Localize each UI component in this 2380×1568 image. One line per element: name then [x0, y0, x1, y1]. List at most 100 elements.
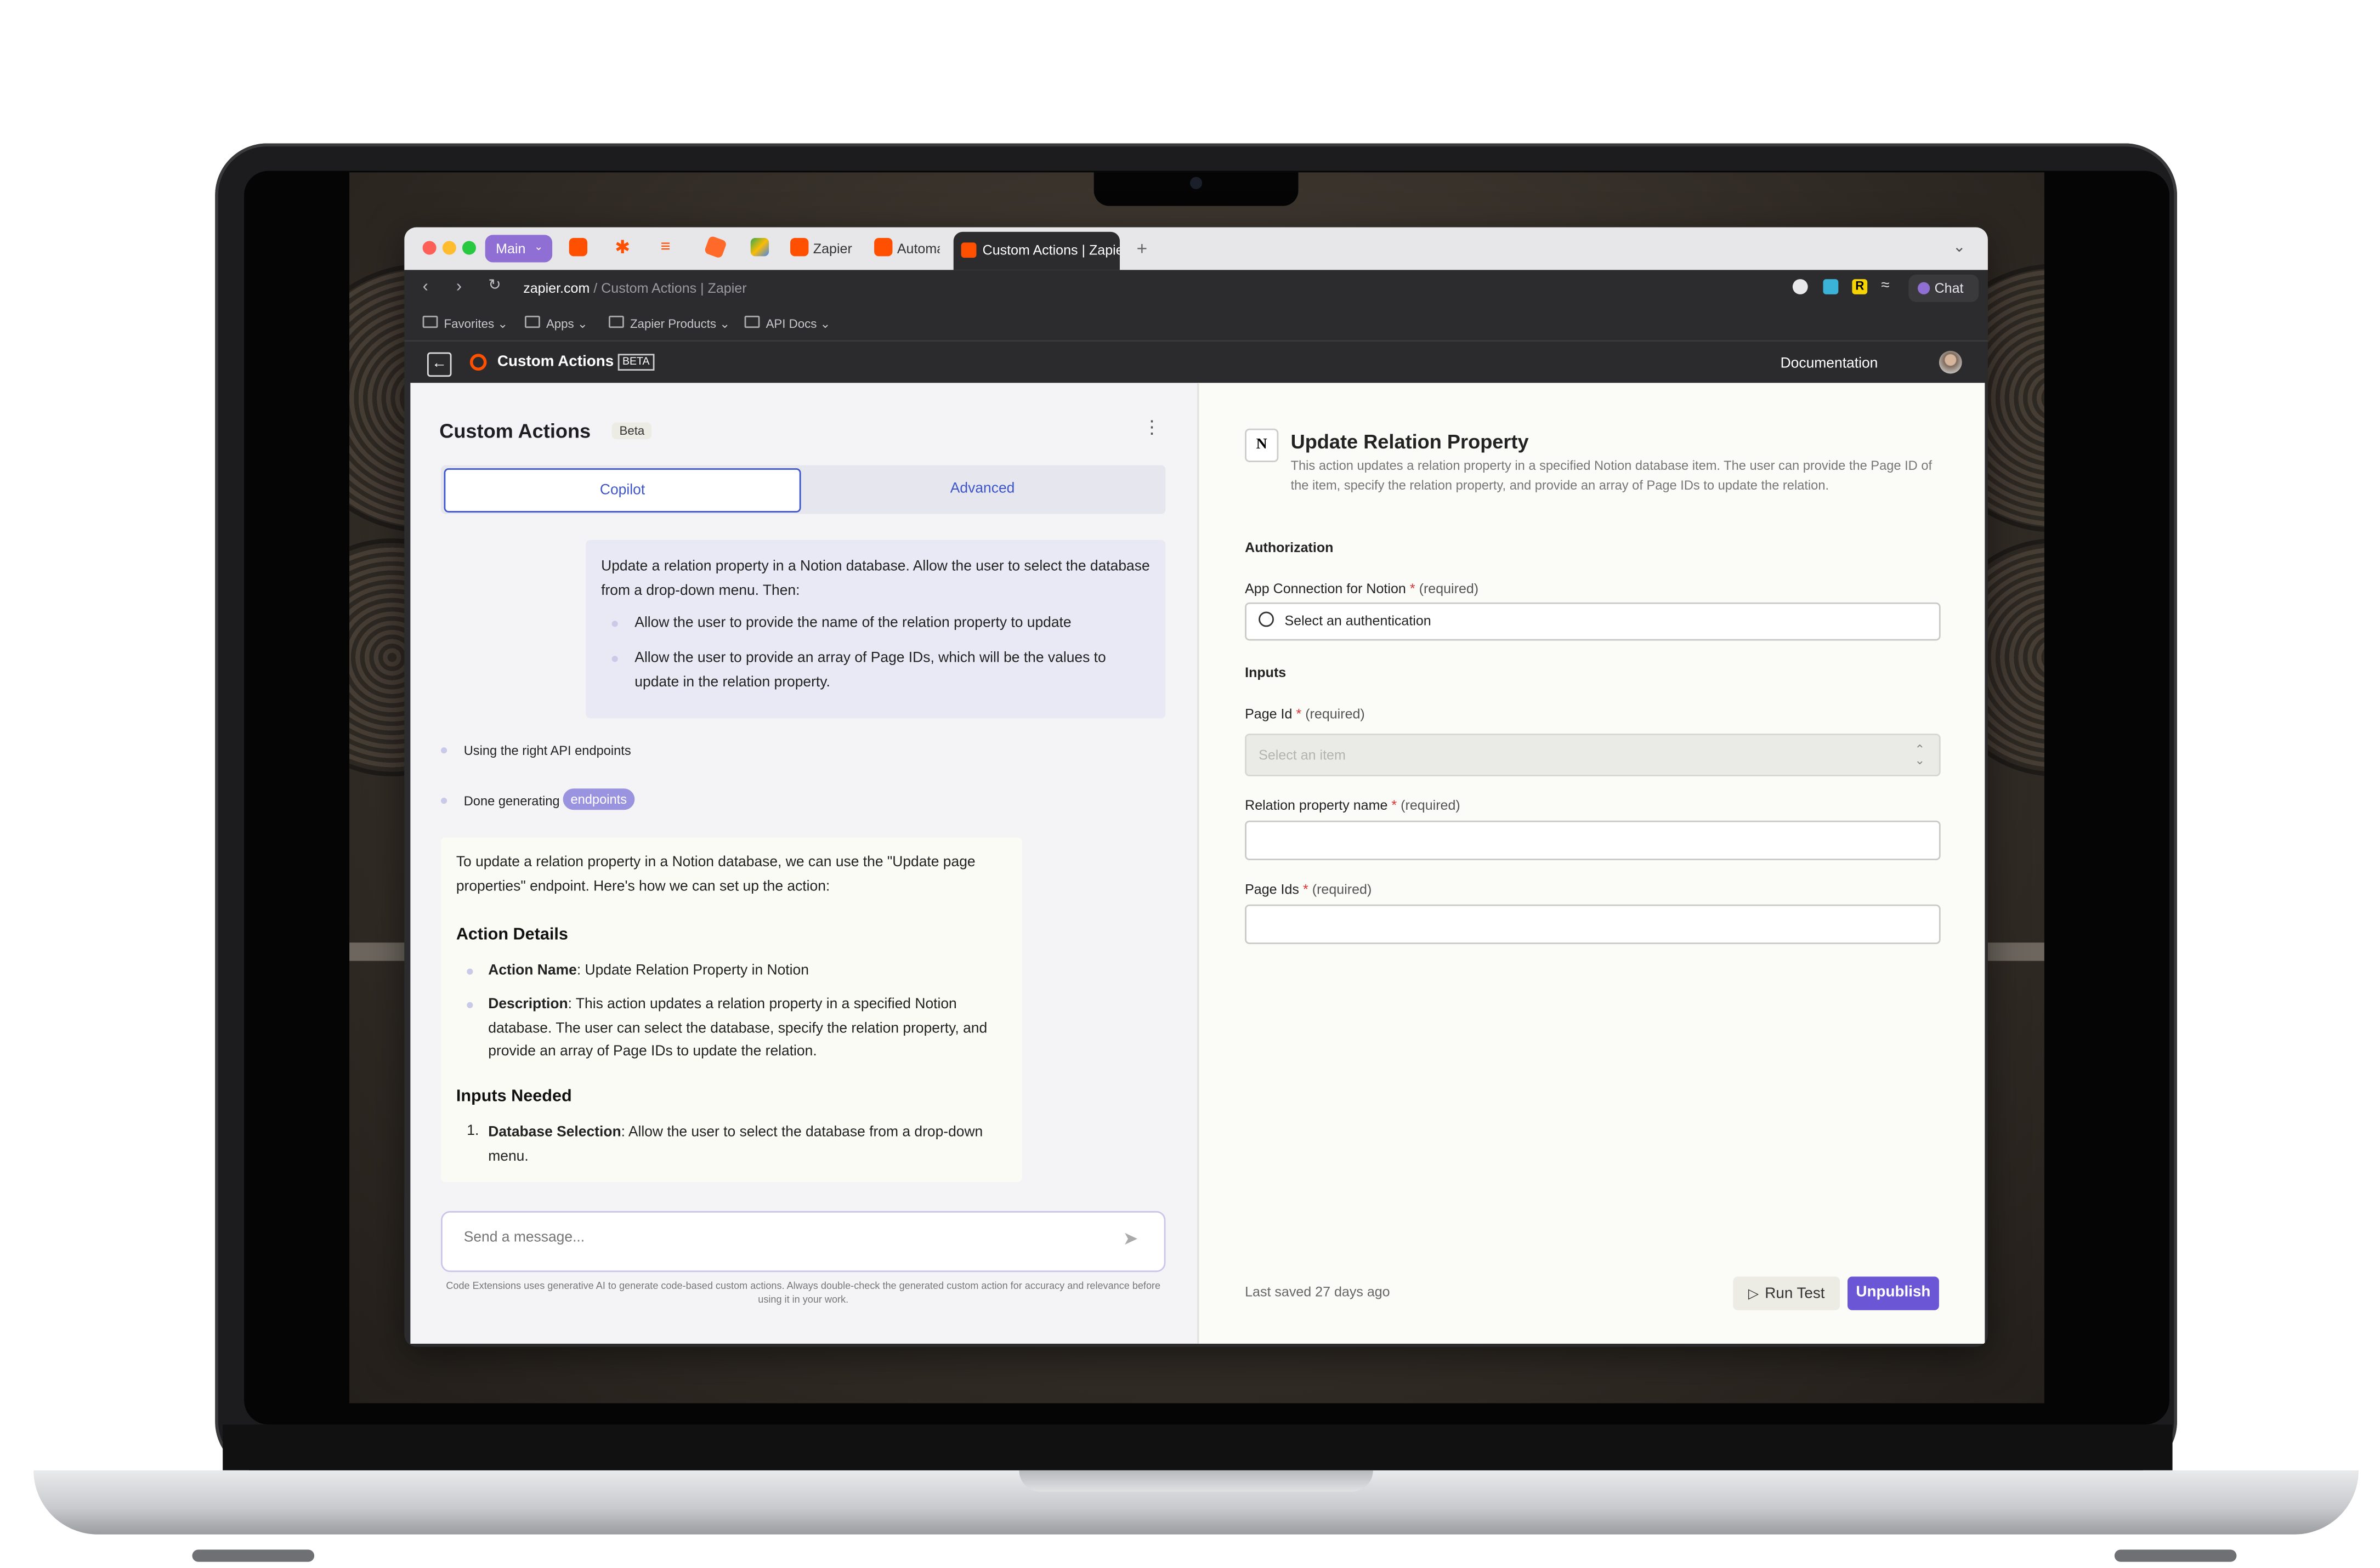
inputs-heading: Inputs — [1245, 664, 1287, 680]
bookmarks-bar: Favorites ⌄ Apps ⌄ Zapier Products ⌄ API… — [404, 306, 1988, 340]
bookmark-api-docs[interactable]: API Docs ⌄ — [744, 315, 830, 331]
auth-placeholder: Select an authentication — [1284, 613, 1431, 629]
url-domain: zapier.com — [523, 280, 590, 296]
bookmark-label: Favorites — [444, 317, 495, 331]
back-nav-icon[interactable]: ‹ — [423, 277, 428, 296]
pinned-tab-sliders-icon[interactable]: ≡ — [661, 238, 679, 256]
close-window-button[interactable] — [422, 241, 437, 255]
laptop-foot-left — [192, 1549, 315, 1562]
reload-icon[interactable]: ↻ — [488, 277, 501, 294]
run-test-button[interactable]: ▷ Run Test — [1733, 1276, 1840, 1310]
profile-switcher[interactable]: Main ⌄ — [485, 235, 553, 263]
bookmark-favorites[interactable]: Favorites ⌄ — [422, 315, 508, 331]
input-key: Database Selection — [488, 1124, 621, 1141]
avatar[interactable] — [1939, 350, 1962, 374]
extension-signal-icon[interactable]: ≈ — [1881, 277, 1889, 294]
pinned-tab-app-icon[interactable] — [750, 237, 769, 257]
page-id-select[interactable]: Select an item ⌃ ⌄ — [1245, 734, 1941, 777]
bookmark-zapier-products[interactable]: Zapier Products ⌄ — [609, 315, 730, 331]
documentation-link[interactable]: Documentation — [1781, 355, 1878, 372]
required-marker: * — [1391, 797, 1397, 813]
panel-title: Custom Actions — [439, 419, 591, 442]
required-text: (required) — [1401, 797, 1460, 813]
tab-advanced[interactable]: Advanced — [804, 468, 1161, 511]
response-intro: To update a relation property in a Notio… — [456, 854, 976, 895]
message-composer[interactable]: ➤ — [440, 1211, 1166, 1272]
beta-badge: BETA — [617, 354, 654, 371]
required-marker: * — [1302, 881, 1308, 897]
required-text: (required) — [1305, 706, 1365, 721]
last-saved-status: Last saved 27 days ago — [1245, 1284, 1390, 1300]
tab-favicon-automation — [874, 237, 893, 257]
back-arrow-icon[interactable]: ← — [427, 352, 452, 377]
detail-value: : Update Relation Property in Notion — [576, 962, 809, 980]
laptop-bottom-bezel — [223, 1424, 2173, 1470]
endpoints-pill[interactable]: endpoints — [563, 788, 634, 810]
kebab-menu-icon[interactable]: ⋮ — [1143, 416, 1161, 438]
send-icon[interactable]: ➤ — [1123, 1228, 1138, 1249]
status-done-generating: Done generating — [463, 793, 560, 809]
minimize-window-button[interactable] — [442, 241, 456, 255]
detail-description: Description: This action updates a relat… — [488, 993, 1007, 1064]
bullet-icon — [467, 968, 473, 975]
chat-button[interactable]: Chat — [1908, 274, 1979, 302]
folder-icon — [422, 315, 438, 328]
relation-property-label: Relation property name * (required) — [1245, 798, 1460, 813]
chevron-updown-icon: ⌃ ⌄ — [1914, 742, 1925, 768]
page-ids-label: Page Ids * (required) — [1245, 882, 1372, 897]
folder-icon — [609, 315, 624, 328]
tab-active-custom-actions[interactable]: Custom Actions | Zapie — [953, 231, 1120, 270]
camera-icon — [1189, 177, 1203, 189]
extension-r-icon[interactable]: R — [1852, 279, 1868, 294]
app-header: ← Custom Actions BETA Documentation — [404, 340, 1988, 385]
url-field[interactable]: zapier.com / Custom Actions | Zapier — [523, 281, 746, 296]
laptop-opening-groove — [1019, 1470, 1373, 1492]
assistant-response: To update a relation property in a Notio… — [440, 837, 1022, 1183]
tab-copilot[interactable]: Copilot — [444, 468, 801, 513]
label-text: Page Id — [1245, 706, 1293, 721]
notion-logo-icon: N — [1245, 428, 1279, 462]
action-editor-panel: N Update Relation Property This action u… — [1197, 383, 1985, 1344]
active-tab-title: Custom Actions | Zapie — [982, 242, 1120, 258]
response-heading-inputs-needed: Inputs Needed — [456, 1087, 572, 1106]
pinned-tab-asterisk-icon[interactable]: ✱ — [615, 238, 633, 256]
bookmark-apps[interactable]: Apps ⌄ — [525, 315, 588, 331]
page-id-label: Page Id * (required) — [1245, 706, 1365, 721]
bookmark-label: API Docs — [766, 317, 817, 331]
bookmark-label: Zapier Products — [630, 317, 717, 331]
chat-label: Chat — [1934, 280, 1964, 296]
extension-camera-icon[interactable] — [1823, 279, 1839, 294]
new-tab-button[interactable]: + — [1137, 235, 1148, 262]
bullet-icon — [467, 1002, 473, 1008]
extension-globe-icon[interactable] — [1792, 279, 1808, 294]
run-test-label: Run Test — [1765, 1286, 1825, 1303]
tab-zapier[interactable]: Zapier C — [813, 235, 856, 262]
folder-icon — [525, 315, 540, 328]
user-message-item: Allow the user to provide an array of Pa… — [634, 650, 1106, 690]
message-input[interactable] — [461, 1228, 1078, 1248]
page-ids-input[interactable] — [1245, 904, 1941, 945]
tab-favicon-zapier — [790, 237, 809, 257]
chevron-down-icon: ⌄ — [534, 242, 543, 253]
profile-label: Main — [496, 241, 526, 257]
detail-key: Action Name — [488, 962, 577, 980]
tab-overview-chevron-icon[interactable]: ⌄ — [1953, 235, 1965, 262]
authentication-select[interactable]: Select an authentication — [1245, 602, 1941, 641]
pinned-tab-tool-icon[interactable] — [704, 235, 728, 259]
required-text: (required) — [1419, 581, 1479, 596]
pinned-tab-zapier[interactable] — [569, 237, 588, 257]
required-text: (required) — [1312, 881, 1372, 897]
relation-property-input[interactable] — [1245, 820, 1941, 861]
list-number: 1. — [467, 1122, 479, 1140]
required-marker: * — [1409, 581, 1415, 596]
required-marker: * — [1296, 706, 1302, 721]
action-description: This action updates a relation property … — [1290, 457, 1933, 492]
label-text: App Connection for Notion — [1245, 581, 1406, 596]
zapier-logo-icon — [469, 354, 487, 371]
tab-automation[interactable]: Automa — [897, 235, 940, 262]
screenshot-stage: Main ⌄ ✱ ≡ Zapier C Automa Custom Action… — [0, 0, 2380, 1568]
zoom-window-button[interactable] — [462, 241, 476, 255]
user-message-intro: Update a relation property in a Notion d… — [601, 558, 1150, 599]
unpublish-button[interactable]: Unpublish — [1848, 1276, 1939, 1310]
forward-nav-icon[interactable]: › — [456, 277, 462, 296]
